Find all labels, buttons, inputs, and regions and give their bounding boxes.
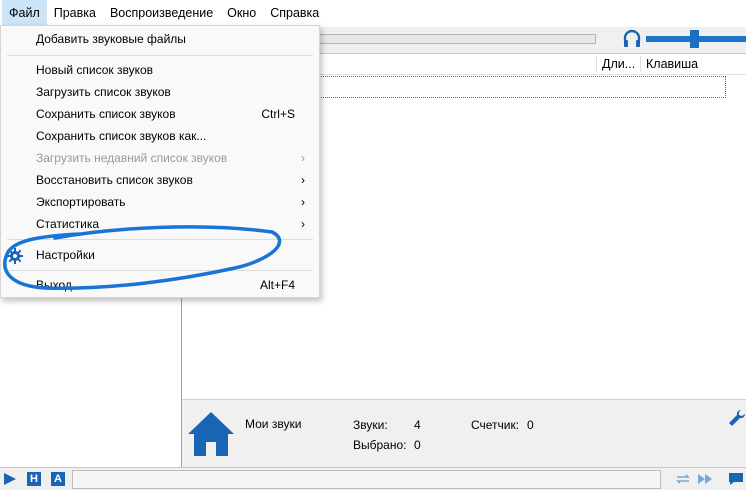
hotkey-mode-h-button[interactable]: H <box>27 472 41 486</box>
submenu-arrow-icon: › <box>301 195 305 209</box>
headphones-icon[interactable] <box>622 29 642 49</box>
menu-separator <box>7 239 313 240</box>
info-panel: Мои звуки Звуки: 4 Счетчик: 0 Выбрано: 0 <box>182 399 746 468</box>
column-separator[interactable] <box>640 56 641 72</box>
submenu-arrow-icon: › <box>301 151 305 165</box>
menu-edit[interactable]: Правка <box>47 0 103 27</box>
menu-item-settings[interactable]: Настройки <box>1 244 319 266</box>
menu-item-save-list[interactable]: Сохранить список звуков Ctrl+S <box>1 103 319 125</box>
fast-forward-icon[interactable] <box>697 472 715 486</box>
sounds-label: Звуки: <box>353 418 388 432</box>
menu-item-load-list[interactable]: Загрузить список звуков <box>1 81 319 103</box>
column-separator[interactable] <box>596 56 597 72</box>
status-field <box>72 470 661 489</box>
menu-item-label: Загрузить список звуков <box>36 85 171 99</box>
column-key[interactable]: Клавиша <box>642 54 698 74</box>
status-bar: H A <box>0 467 746 490</box>
menu-item-label: Восстановить список звуков <box>36 173 193 187</box>
chat-icon[interactable] <box>728 472 744 486</box>
selected-value: 0 <box>414 438 421 452</box>
play-icon[interactable] <box>3 472 17 486</box>
menu-separator <box>7 55 313 56</box>
hotkey-mode-a-button[interactable]: A <box>51 472 65 486</box>
menu-separator <box>7 270 313 271</box>
home-icon[interactable] <box>186 408 236 458</box>
menu-item-exit[interactable]: Выход Alt+F4 <box>1 274 319 296</box>
menu-item-label: Выход <box>36 278 72 292</box>
shortcut-label: Ctrl+S <box>261 107 295 121</box>
column-duration[interactable]: Дли... <box>598 54 635 74</box>
menu-help[interactable]: Справка <box>263 0 326 27</box>
list-name: Мои звуки <box>245 417 302 431</box>
file-menu-dropdown: Добавить звуковые файлы Новый список зву… <box>0 25 320 298</box>
menu-item-label: Сохранить список звуков как... <box>36 129 207 143</box>
counter-value: 0 <box>527 418 534 432</box>
menu-bar: Файл Правка Воспроизведение Окно Справка <box>0 0 746 27</box>
volume-slider-thumb[interactable] <box>690 30 699 48</box>
submenu-arrow-icon: › <box>301 217 305 231</box>
repeat-icon[interactable] <box>674 472 692 486</box>
submenu-arrow-icon: › <box>301 173 305 187</box>
sounds-value: 4 <box>414 418 421 432</box>
menu-item-load-recent: Загрузить недавний список звуков › <box>1 147 319 169</box>
menu-item-label: Новый список звуков <box>36 63 154 77</box>
menu-playback[interactable]: Воспроизведение <box>103 0 220 27</box>
seek-bar[interactable] <box>318 34 596 44</box>
menu-item-label: Настройки <box>36 248 95 262</box>
counter-label: Счетчик: <box>471 418 520 432</box>
menu-item-label: Статистика <box>36 217 100 231</box>
menu-item-label: Сохранить список звуков <box>36 107 176 121</box>
menu-item-label: Добавить звуковые файлы <box>36 32 186 46</box>
menu-item-export[interactable]: Экспортировать › <box>1 191 319 213</box>
gear-icon <box>7 248 23 264</box>
shortcut-label: Alt+F4 <box>259 278 295 292</box>
menu-item-label: Загрузить недавний список звуков <box>36 151 228 165</box>
selected-label: Выбрано: <box>353 438 407 452</box>
menu-item-new-list[interactable]: Новый список звуков <box>1 59 319 81</box>
menu-file[interactable]: Файл <box>2 0 47 27</box>
menu-window[interactable]: Окно <box>220 0 263 27</box>
menu-item-restore-list[interactable]: Восстановить список звуков › <box>1 169 319 191</box>
menu-item-add-sound-files[interactable]: Добавить звуковые файлы <box>1 28 319 50</box>
menu-item-save-list-as[interactable]: Сохранить список звуков как... <box>1 125 319 147</box>
menu-item-label: Экспортировать <box>36 195 126 209</box>
menu-item-statistics[interactable]: Статистика › <box>1 213 319 235</box>
wrench-icon[interactable] <box>728 409 746 427</box>
